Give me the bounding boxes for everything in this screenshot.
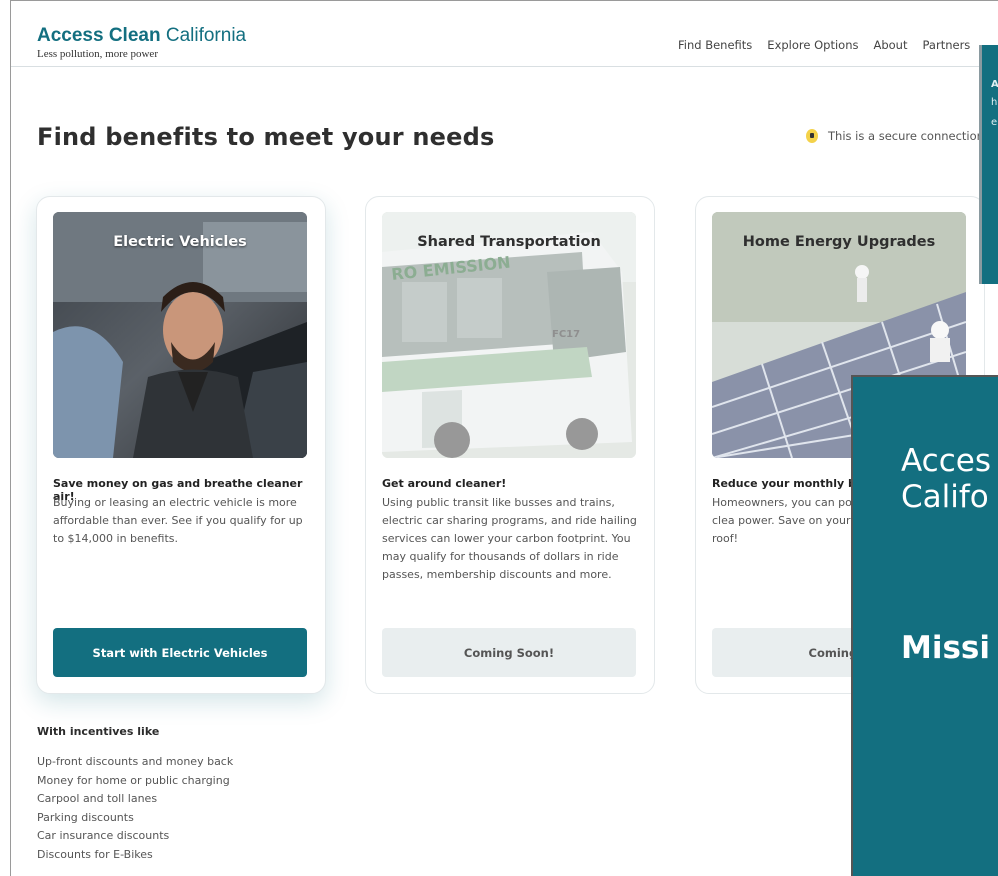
overlay-mission-heading: Missi — [901, 630, 991, 666]
list-item: Parking discounts — [37, 810, 134, 824]
overlay-title-line2: Califo — [901, 479, 989, 515]
brand-title-light: California — [165, 25, 247, 46]
page-title: Find benefits to meet your needs — [37, 123, 495, 151]
lock-icon — [806, 129, 818, 143]
shared-transportation-image: RO EMISSION FC17 Shared Transportation — [382, 212, 636, 458]
card-shared-transportation: RO EMISSION FC17 Shared Transportation G… — [365, 196, 655, 694]
overlay-title-line1: Acces — [901, 443, 991, 479]
list-item: Carpool and toll lanes — [37, 792, 158, 805]
card-electric-vehicles: Electric Vehicles Save money on gas and … — [36, 196, 326, 694]
side-popup-panel[interactable]: A h e — [979, 45, 998, 284]
nav-explore-options[interactable]: Explore Options — [767, 38, 858, 52]
overlay-title: Acces Califo — [901, 443, 998, 515]
brand-logo[interactable]: Access Clean California Less pollution, … — [37, 25, 246, 61]
electric-vehicles-label: Electric Vehicles — [113, 234, 247, 250]
side-panel-letter: e — [991, 117, 998, 128]
brand-tagline: Less pollution, more power — [37, 48, 158, 60]
shared-transportation-description: Using public transit like busses and tra… — [382, 496, 637, 581]
brand-title-bold: Access Clean — [37, 25, 161, 46]
side-panel-letter: A — [991, 79, 998, 90]
nav-about[interactable]: About — [873, 38, 907, 52]
nav-partners[interactable]: Partners — [923, 38, 971, 52]
site-header: Access Clean California Less pollution, … — [11, 1, 998, 67]
electric-vehicles-image: Electric Vehicles — [53, 212, 307, 458]
shared-transportation-headline: Get around cleaner! — [382, 477, 507, 490]
main-nav: Find Benefits Explore Options About Part… — [678, 38, 970, 52]
secure-connection-notice: This is a secure connection — [806, 129, 984, 143]
secure-connection-text: This is a secure connection — [828, 129, 984, 143]
home-energy-label: Home Energy Upgrades — [742, 234, 936, 250]
list-item: Money for home or public charging — [37, 773, 230, 787]
start-electric-vehicles-button[interactable]: Start with Electric Vehicles — [53, 628, 307, 677]
browser-viewport: Access Clean California Less pollution, … — [10, 0, 998, 876]
home-energy-headline: Reduce your monthly bil — [712, 477, 864, 490]
electric-vehicles-description: Buying or leasing an electric vehicle is… — [53, 496, 303, 545]
nav-find-benefits[interactable]: Find Benefits — [678, 38, 752, 52]
shared-transportation-coming-soon-button[interactable]: Coming Soon! — [382, 628, 636, 677]
incentives-list: Up-front discounts and money back Money … — [37, 753, 233, 864]
list-item: Up-front discounts and money back — [37, 755, 234, 768]
incentives-title: With incentives like — [37, 725, 160, 738]
brand-title: Access Clean California — [37, 25, 246, 47]
list-item: Discounts for E-Bikes — [37, 847, 153, 861]
list-item: Car insurance discounts — [37, 829, 170, 842]
side-panel-letter: h — [991, 97, 998, 108]
mission-overlay-panel[interactable]: Acces Califo Missi — [851, 375, 998, 876]
shared-transportation-label: Shared Transportation — [417, 234, 601, 250]
